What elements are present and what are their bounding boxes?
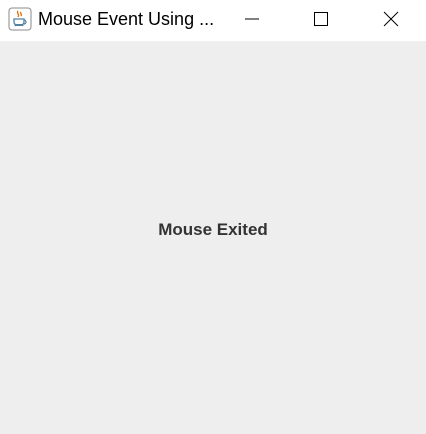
- app-window: Mouse Event Using ... Mouse Exited: [0, 0, 426, 434]
- maximize-button[interactable]: [298, 0, 344, 41]
- minimize-icon: [244, 11, 260, 31]
- close-button[interactable]: [368, 0, 414, 41]
- content-panel[interactable]: Mouse Exited: [0, 41, 426, 434]
- maximize-icon: [313, 11, 329, 31]
- mouse-status-label: Mouse Exited: [158, 220, 268, 239]
- window-title: Mouse Event Using ...: [38, 9, 215, 29]
- title-bar[interactable]: Mouse Event Using ...: [0, 0, 426, 41]
- close-icon: [383, 11, 399, 31]
- java-coffee-cup-icon[interactable]: [8, 7, 32, 31]
- minimize-button[interactable]: [229, 0, 275, 41]
